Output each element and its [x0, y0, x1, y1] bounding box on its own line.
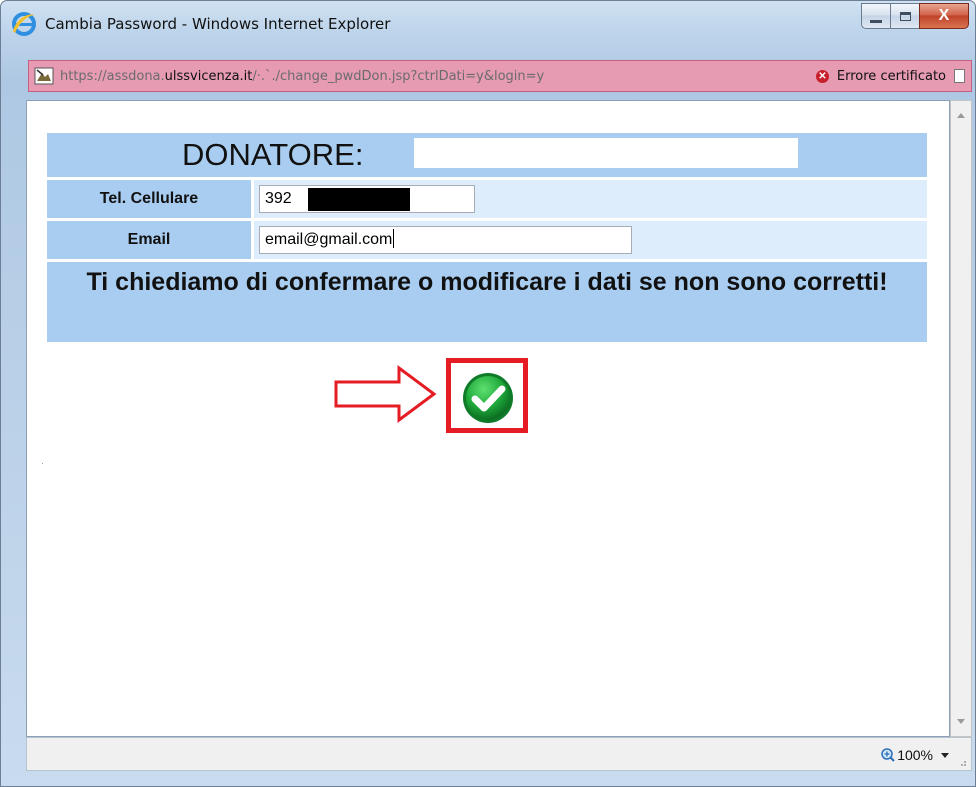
maximize-button[interactable]	[890, 3, 920, 29]
scroll-down-icon[interactable]	[957, 719, 965, 724]
resize-grip-icon[interactable]	[957, 757, 967, 767]
donor-form: DONATORE: Tel. Cellulare 392 Email email…	[47, 133, 927, 342]
vertical-scrollbar[interactable]	[950, 100, 972, 737]
address-bar[interactable]: https://assdona.ulssvicenza.it/·.`./chan…	[28, 60, 972, 92]
stray-pixel	[42, 463, 43, 464]
url-path: /·.`./change_pwdDon.jsp?ctrlDati=y&login…	[252, 68, 545, 84]
phone-label: Tel. Cellulare	[47, 180, 251, 218]
url-domain: ulssvicenza.it	[164, 68, 253, 84]
title-bar[interactable]: Cambia Password - Windows Internet Explo…	[1, 1, 975, 51]
maximize-icon	[899, 11, 911, 21]
certificate-error-button[interactable]: ✕ Errore certificato	[815, 68, 965, 84]
scroll-up-icon[interactable]	[957, 113, 965, 118]
url-text[interactable]: https://assdona.ulssvicenza.it/·.`./chan…	[60, 69, 700, 84]
close-icon: X	[938, 7, 950, 24]
right-arrow-icon	[334, 365, 437, 423]
phone-row: Tel. Cellulare 392	[47, 180, 927, 218]
green-check-icon[interactable]	[462, 372, 514, 424]
email-label: Email	[47, 221, 251, 259]
zoom-level: 100%	[897, 747, 933, 763]
donor-label: DONATORE:	[182, 137, 364, 172]
status-bar: 100%	[26, 737, 972, 771]
window-title: Cambia Password - Windows Internet Explo…	[45, 15, 391, 33]
window-controls: X	[861, 3, 969, 31]
minimize-icon	[870, 19, 882, 23]
chevron-down-icon[interactable]	[941, 753, 949, 758]
email-cell: email@gmail.com	[254, 221, 927, 259]
zoom-icon	[881, 748, 895, 762]
email-value: email@gmail.com	[265, 231, 393, 248]
phone-value: 392	[265, 190, 292, 207]
page-content: DONATORE: Tel. Cellulare 392 Email email…	[26, 100, 950, 737]
close-button[interactable]: X	[919, 3, 969, 29]
page-favicon-icon	[34, 67, 54, 85]
redacted-block	[308, 188, 410, 211]
ie-window: Cambia Password - Windows Internet Explo…	[0, 0, 976, 787]
donor-header-row: DONATORE:	[47, 133, 927, 177]
internet-explorer-icon	[12, 12, 36, 36]
minimize-button[interactable]	[861, 3, 891, 29]
text-caret	[393, 229, 395, 248]
confirmation-message: Ti chiediamo di confermare o modificare …	[47, 262, 927, 342]
phone-cell: 392	[254, 180, 927, 218]
phone-input[interactable]: 392	[259, 185, 475, 213]
compatibility-view-icon[interactable]	[954, 69, 965, 83]
email-row: Email email@gmail.com	[47, 221, 927, 259]
certificate-error-label: Errore certificato	[836, 68, 946, 84]
error-icon: ✕	[815, 69, 829, 83]
email-input[interactable]: email@gmail.com	[259, 226, 632, 254]
donor-name-field	[414, 138, 798, 168]
zoom-control[interactable]: 100%	[881, 747, 933, 763]
url-prefix: https://assdona.	[60, 68, 165, 84]
confirm-highlight	[446, 358, 528, 433]
